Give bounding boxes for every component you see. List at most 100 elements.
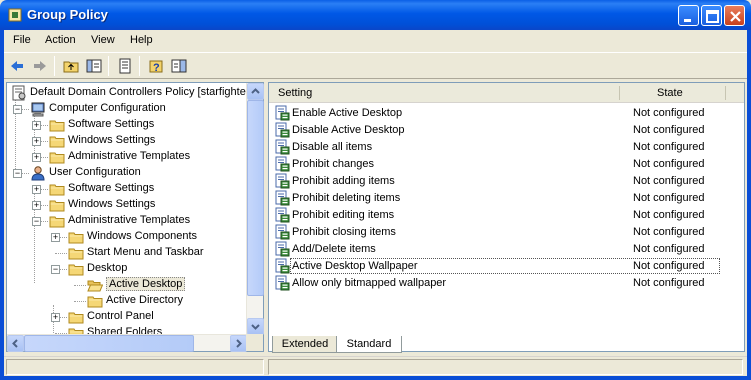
expand-toggle[interactable]: + — [51, 313, 60, 322]
table-row[interactable]: Prohibit deleting items Not configured — [269, 190, 744, 207]
menu-file[interactable]: File — [13, 34, 31, 46]
table-row[interactable]: Prohibit closing items Not configured — [269, 224, 744, 241]
tree-scroll-thumb[interactable] — [247, 100, 264, 296]
tree-node[interactable]: + Windows Settings — [7, 133, 247, 149]
close-icon — [730, 11, 741, 22]
table-row[interactable]: Disable Active Desktop Not configured — [269, 122, 744, 139]
tree-node[interactable]: Active Desktop — [7, 277, 247, 293]
policy-setting-icon — [275, 207, 290, 223]
close-button[interactable] — [724, 5, 745, 26]
window-frame-right — [747, 30, 751, 380]
setting-state: Not configured — [633, 260, 705, 272]
setting-state: Not configured — [633, 277, 705, 289]
setting-state: Not configured — [633, 243, 705, 255]
minimize-button[interactable] — [678, 5, 699, 26]
show-hide-tree-button[interactable] — [83, 55, 105, 77]
menu-view[interactable]: View — [91, 34, 115, 46]
tree-node-label: Start Menu and Taskbar — [87, 246, 204, 258]
setting-name: Add/Delete items — [292, 243, 376, 255]
tree-vertical-scrollbar[interactable] — [246, 83, 264, 335]
scroll-left-button[interactable] — [7, 335, 24, 352]
maximize-icon — [706, 10, 719, 23]
column-header-setting[interactable]: Setting — [278, 87, 312, 99]
tab-standard[interactable]: Standard — [336, 336, 402, 353]
menu-action[interactable]: Action — [45, 34, 76, 46]
scroll-right-button[interactable] — [230, 335, 247, 352]
table-row[interactable]: Prohibit adding items Not configured — [269, 173, 744, 190]
table-row[interactable]: Prohibit editing items Not configured — [269, 207, 744, 224]
tree-hscroll-thumb[interactable] — [24, 335, 194, 352]
forward-button[interactable] — [29, 55, 51, 77]
title-bar[interactable]: Group Policy — [0, 0, 751, 30]
setting-name: Disable all items — [292, 141, 373, 153]
tree-node[interactable]: Active Directory — [7, 293, 247, 309]
setting-name: Disable Active Desktop — [292, 124, 405, 136]
tree-node[interactable]: Default Domain Controllers Policy [starf… — [7, 85, 247, 101]
tree-node[interactable]: + Administrative Templates — [7, 149, 247, 165]
minimize-icon — [684, 19, 691, 22]
scroll-up-button[interactable] — [247, 83, 264, 100]
tree-node[interactable]: − User Configuration — [7, 165, 247, 181]
policy-setting-icon — [275, 173, 290, 189]
window-frame-left — [0, 30, 4, 380]
tree-node[interactable]: + Control Panel — [7, 309, 247, 325]
menu-help[interactable]: Help — [130, 34, 153, 46]
table-row[interactable]: Allow only bitmapped wallpaper Not config… — [269, 275, 744, 292]
tree-node[interactable]: Start Menu and Taskbar — [7, 245, 247, 261]
expand-toggle[interactable]: + — [32, 137, 41, 146]
tree-node-label: Administrative Templates — [68, 214, 191, 226]
column-divider[interactable] — [619, 86, 620, 100]
back-arrow-icon — [11, 61, 23, 71]
tab-extended[interactable]: Extended — [272, 336, 338, 353]
folder-icon — [68, 264, 84, 276]
toolbar-separator — [108, 56, 109, 76]
tree-node-label: Software Settings — [68, 182, 155, 194]
toolbar-separator — [139, 56, 140, 76]
tree-node[interactable]: − Desktop — [7, 261, 247, 277]
properties-button[interactable] — [168, 55, 190, 77]
show-hide-tree-icon — [86, 59, 102, 73]
table-row[interactable]: Active Desktop Wallpaper Not configured — [269, 258, 744, 275]
help-icon: ? — [149, 60, 163, 74]
help-button[interactable]: ? — [145, 55, 167, 77]
expand-toggle[interactable]: + — [32, 201, 41, 210]
expand-toggle[interactable]: + — [32, 121, 41, 130]
expand-toggle[interactable]: + — [32, 185, 41, 194]
console-tree[interactable]: Default Domain Controllers Policy [starf… — [6, 82, 264, 352]
folder-icon — [49, 184, 65, 196]
tree-horizontal-scrollbar[interactable] — [7, 334, 247, 352]
table-row[interactable]: Prohibit changes Not configured — [269, 156, 744, 173]
forward-arrow-icon — [34, 61, 46, 71]
settings-list[interactable]: Setting State Enable Active Desktop Not c… — [268, 82, 745, 352]
collapse-toggle[interactable]: − — [13, 169, 22, 178]
collapse-toggle[interactable]: − — [51, 265, 60, 274]
tree-node-label: Active Directory — [106, 294, 184, 306]
table-row[interactable]: Enable Active Desktop Not configured — [269, 105, 744, 122]
expand-toggle[interactable]: + — [51, 233, 60, 242]
policy-setting-icon — [275, 275, 290, 291]
maximize-button[interactable] — [701, 5, 722, 26]
export-list-button[interactable] — [114, 55, 136, 77]
tree-node[interactable]: + Software Settings — [7, 181, 247, 197]
tree-node[interactable]: + Windows Settings — [7, 197, 247, 213]
column-divider[interactable] — [725, 86, 726, 100]
collapse-toggle[interactable]: − — [32, 217, 41, 226]
tree-node[interactable]: − Computer Configuration — [7, 101, 247, 117]
collapse-toggle[interactable]: − — [13, 105, 22, 114]
tree-node[interactable]: + Windows Components — [7, 229, 247, 245]
table-row[interactable]: Add/Delete items Not configured — [269, 241, 744, 258]
folder-icon — [68, 312, 84, 324]
table-row[interactable]: Disable all items Not configured — [269, 139, 744, 156]
back-button[interactable] — [6, 55, 28, 77]
up-one-level-button[interactable] — [60, 55, 82, 77]
tree-node[interactable]: + Software Settings — [7, 117, 247, 133]
column-header-state[interactable]: State — [657, 87, 683, 99]
toolbar-separator — [54, 56, 55, 76]
tree-node-label: Desktop — [87, 262, 128, 274]
tree-node[interactable]: − Administrative Templates — [7, 213, 247, 229]
folder-icon — [68, 232, 84, 244]
status-cell — [6, 359, 264, 375]
scroll-down-button[interactable] — [247, 318, 264, 335]
tree-node-label: Windows Settings — [68, 134, 156, 146]
expand-toggle[interactable]: + — [32, 153, 41, 162]
